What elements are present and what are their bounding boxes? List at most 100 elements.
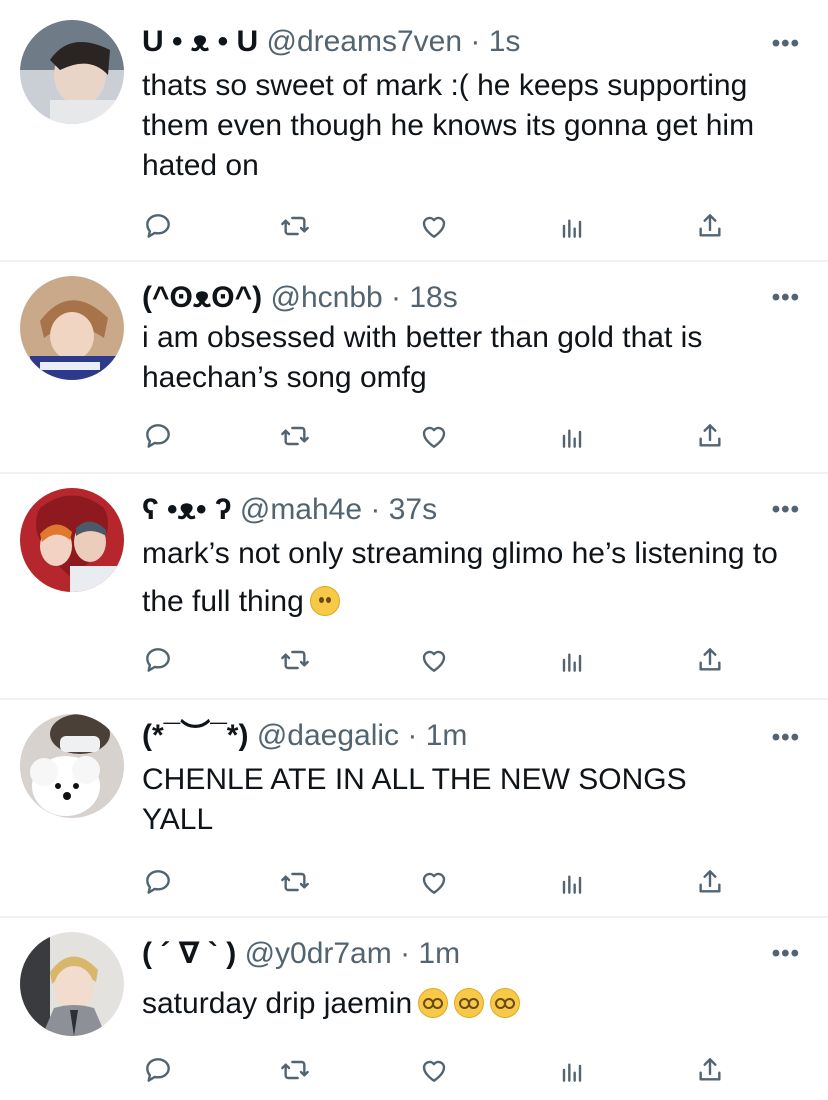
share-button[interactable]	[690, 418, 730, 458]
tweet[interactable]: ( ´ ∇ ` ) @y0dr7am · 1m ••• saturday dri…	[0, 918, 828, 1100]
tweet-text-content: saturday drip jaemin	[142, 987, 413, 1020]
handle[interactable]: @mah4e	[240, 493, 362, 526]
retweet-button[interactable]	[275, 864, 315, 904]
timeline-feed: U • ᴥ • U @dreams7ven · 1s ••• thats so …	[0, 0, 828, 1100]
dizzy-face-emoji	[454, 988, 485, 1018]
like-icon	[418, 1054, 450, 1091]
retweet-button[interactable]	[275, 1052, 315, 1092]
tweet-actions	[138, 1052, 738, 1092]
tweet-text: mark’s not only streaming glimo he’s lis…	[142, 530, 804, 626]
reply-button[interactable]	[138, 642, 178, 682]
display-name[interactable]: (^ʘᴥʘ^)	[142, 281, 262, 314]
share-button[interactable]	[690, 1052, 730, 1092]
avatar[interactable]	[20, 20, 124, 124]
more-options-button[interactable]: •••	[772, 724, 800, 752]
tweet[interactable]: (*¯︶¯*) @daegalic · 1m ••• CHENLE ATE IN…	[0, 700, 828, 918]
more-options-button[interactable]: •••	[772, 940, 800, 968]
timestamp[interactable]: · 1s	[470, 25, 520, 58]
avatar[interactable]	[20, 932, 124, 1036]
retweet-button[interactable]	[275, 642, 315, 682]
tweet-text: saturday drip jaemin	[142, 984, 804, 1024]
dizzy-face-emoji	[418, 988, 449, 1018]
tweet-text: CHENLE ATE IN ALL THE NEW SONGS YALL	[142, 760, 758, 840]
reply-icon	[142, 210, 174, 247]
timestamp[interactable]: · 1m	[400, 937, 460, 970]
tweet-text: thats so sweet of mark :( he keeps suppo…	[142, 66, 804, 186]
handle[interactable]: @hcnbb	[271, 281, 383, 314]
handle[interactable]: @y0dr7am	[245, 937, 392, 970]
analytics-icon	[556, 210, 588, 247]
tweet-text: i am obsessed with better than gold that…	[142, 318, 804, 398]
avatar[interactable]	[20, 714, 124, 818]
more-options-button[interactable]: •••	[772, 496, 800, 524]
analytics-button[interactable]	[552, 208, 592, 248]
retweet-icon	[279, 210, 311, 247]
timestamp[interactable]: · 1m	[407, 719, 467, 752]
tweet-text-content: mark’s not only streaming glimo he’s lis…	[142, 537, 778, 618]
reply-button[interactable]	[138, 418, 178, 458]
tweet-text-content: CHENLE ATE IN ALL THE NEW SONGS YALL	[142, 763, 687, 836]
display-name[interactable]: ( ´ ∇ ` )	[142, 937, 236, 970]
avatar[interactable]	[20, 276, 124, 380]
analytics-button[interactable]	[552, 1052, 592, 1092]
more-options-button[interactable]: •••	[772, 284, 800, 312]
analytics-icon	[556, 420, 588, 457]
tweet-text-content: thats so sweet of mark :( he keeps suppo…	[142, 69, 755, 182]
like-button[interactable]	[414, 208, 454, 248]
analytics-button[interactable]	[552, 418, 592, 458]
like-button[interactable]	[414, 864, 454, 904]
reply-icon	[142, 1054, 174, 1091]
display-name[interactable]: U • ᴥ • U	[142, 25, 258, 58]
tweet[interactable]: U • ᴥ • U @dreams7ven · 1s ••• thats so …	[0, 0, 828, 262]
reply-icon	[142, 644, 174, 681]
display-name[interactable]: (*¯︶¯*)	[142, 719, 248, 752]
tweet-actions	[138, 864, 738, 904]
share-icon	[694, 210, 726, 247]
dizzy-face-emoji	[490, 988, 521, 1018]
like-icon	[418, 420, 450, 457]
tweet-header: ʕ •ᴥ• ʔ @mah4e · 37s	[142, 492, 768, 528]
share-icon	[694, 1054, 726, 1091]
tweet-header: U • ᴥ • U @dreams7ven · 1s	[142, 24, 768, 60]
share-button[interactable]	[690, 864, 730, 904]
share-icon	[694, 644, 726, 681]
share-icon	[694, 866, 726, 903]
timestamp[interactable]: · 18s	[391, 281, 458, 314]
timestamp[interactable]: · 37s	[370, 493, 437, 526]
tweet-actions	[138, 418, 738, 458]
like-icon	[418, 644, 450, 681]
retweet-icon	[279, 420, 311, 457]
tweet-actions	[138, 642, 738, 682]
like-button[interactable]	[414, 1052, 454, 1092]
like-button[interactable]	[414, 418, 454, 458]
more-options-button[interactable]: •••	[772, 30, 800, 58]
avatar[interactable]	[20, 488, 124, 592]
analytics-icon	[556, 1054, 588, 1091]
reply-icon	[142, 420, 174, 457]
display-name[interactable]: ʕ •ᴥ• ʔ	[142, 493, 232, 526]
share-button[interactable]	[690, 642, 730, 682]
analytics-button[interactable]	[552, 864, 592, 904]
like-button[interactable]	[414, 642, 454, 682]
retweet-icon	[279, 644, 311, 681]
handle[interactable]: @daegalic	[257, 719, 399, 752]
tweet-header: (^ʘᴥʘ^) @hcnbb · 18s	[142, 280, 768, 316]
retweet-button[interactable]	[275, 418, 315, 458]
reply-button[interactable]	[138, 864, 178, 904]
retweet-icon	[279, 1054, 311, 1091]
tweet[interactable]: (^ʘᴥʘ^) @hcnbb · 18s ••• i am obsessed w…	[0, 262, 828, 474]
tweet-header: ( ´ ∇ ` ) @y0dr7am · 1m	[142, 936, 768, 972]
handle[interactable]: @dreams7ven	[266, 25, 462, 58]
retweet-icon	[279, 866, 311, 903]
analytics-button[interactable]	[552, 642, 592, 682]
reply-button[interactable]	[138, 1052, 178, 1092]
tweet-actions	[138, 208, 738, 248]
like-icon	[418, 210, 450, 247]
retweet-button[interactable]	[275, 208, 315, 248]
slightly-frowning-face-emoji	[309, 586, 340, 616]
tweet-header: (*¯︶¯*) @daegalic · 1m	[142, 718, 768, 754]
reply-button[interactable]	[138, 208, 178, 248]
share-button[interactable]	[690, 208, 730, 248]
share-icon	[694, 420, 726, 457]
tweet[interactable]: ʕ •ᴥ• ʔ @mah4e · 37s ••• mark’s not only…	[0, 474, 828, 700]
